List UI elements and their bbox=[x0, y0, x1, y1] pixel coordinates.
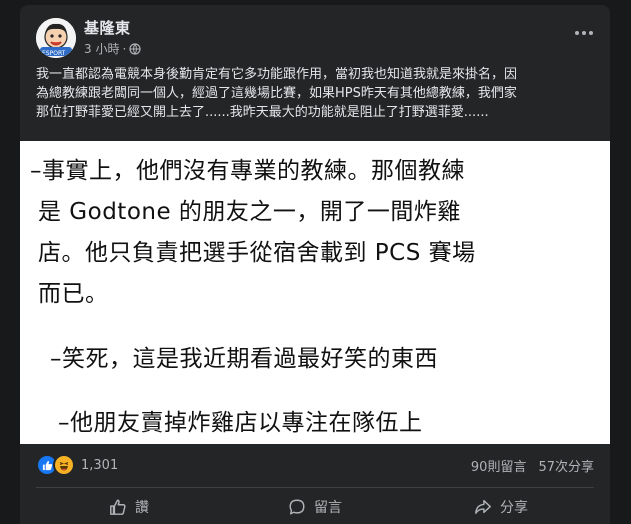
image-text-line: –事實上，他們沒有專業的教練。那個教練 bbox=[30, 158, 465, 184]
share-count-link[interactable]: 57次分享 bbox=[538, 456, 594, 475]
share-label: 分享 bbox=[500, 500, 528, 516]
image-text-line: 而已。 bbox=[38, 281, 109, 307]
post-stats: 1,301 90則留言 57次分享 bbox=[36, 454, 594, 476]
reaction-count: 1,301 bbox=[81, 457, 119, 473]
image-text-line: 店。他只負責把選手從宿舍載到 PCS 賽場 bbox=[38, 240, 476, 266]
share-button[interactable]: 分享 bbox=[408, 490, 594, 524]
like-button[interactable]: 讚 bbox=[36, 490, 222, 524]
comment-label: 留言 bbox=[314, 500, 342, 516]
comment-button[interactable]: 留言 bbox=[222, 490, 408, 524]
comment-icon bbox=[289, 499, 305, 515]
author-avatar[interactable]: ESPORT bbox=[36, 18, 76, 58]
image-text-line: –他朋友賣掉炸雞店以專注在隊伍上 bbox=[58, 410, 423, 436]
post-time[interactable]: 3 小時 bbox=[84, 40, 119, 57]
comment-count-link[interactable]: 90則留言 bbox=[471, 456, 527, 475]
like-label: 讚 bbox=[135, 500, 149, 516]
cartoon-avatar-icon: ESPORT bbox=[36, 18, 76, 58]
post-text-line: 為總教練跟老闆同一個人，經過了這幾場比賽，如果HPS昨天有其他總教練，我們家 bbox=[36, 86, 517, 101]
post-text: 我一直都認為電競本身後勤肯定有它多功能跟作用，當初我也知道我就是來掛名，因 為總… bbox=[36, 65, 596, 122]
share-icon bbox=[475, 499, 491, 515]
reactions-summary[interactable]: 1,301 bbox=[36, 454, 118, 476]
thumbs-up-icon bbox=[110, 499, 126, 515]
more-options-button[interactable] bbox=[570, 21, 598, 45]
post-text-line: 那位打野菲愛已經又開上去了......我昨天最大的功能就是阻止了打野選菲愛...… bbox=[36, 105, 489, 120]
post-card: ESPORT 基隆東 3 小時 · 我一直都認為電競本身後勤肯定有它多功能跟作用… bbox=[20, 5, 610, 524]
author-name[interactable]: 基隆東 bbox=[84, 17, 131, 38]
post-meta: 3 小時 · bbox=[84, 40, 141, 57]
more-options-icon bbox=[575, 31, 593, 35]
image-text-line: 是 Godtone 的朋友之一，開了一間炸雞 bbox=[38, 199, 461, 225]
post-text-line: 我一直都認為電競本身後勤肯定有它多功能跟作用，當初我也知道我就是來掛名，因 bbox=[36, 67, 518, 82]
globe-icon[interactable] bbox=[129, 42, 141, 55]
post-actions: 讚 留言 分享 bbox=[36, 490, 594, 524]
haha-reaction-icon bbox=[53, 454, 75, 476]
post-image[interactable]: –事實上，他們沒有專業的教練。那個教練 是 Godtone 的朋友之一，開了一間… bbox=[20, 141, 610, 444]
actions-divider bbox=[36, 487, 594, 488]
meta-separator: · bbox=[122, 41, 127, 56]
image-text-line: –笑死，這是我近期看過最好笑的東西 bbox=[50, 346, 438, 372]
svg-text:ESPORT: ESPORT bbox=[42, 50, 66, 57]
